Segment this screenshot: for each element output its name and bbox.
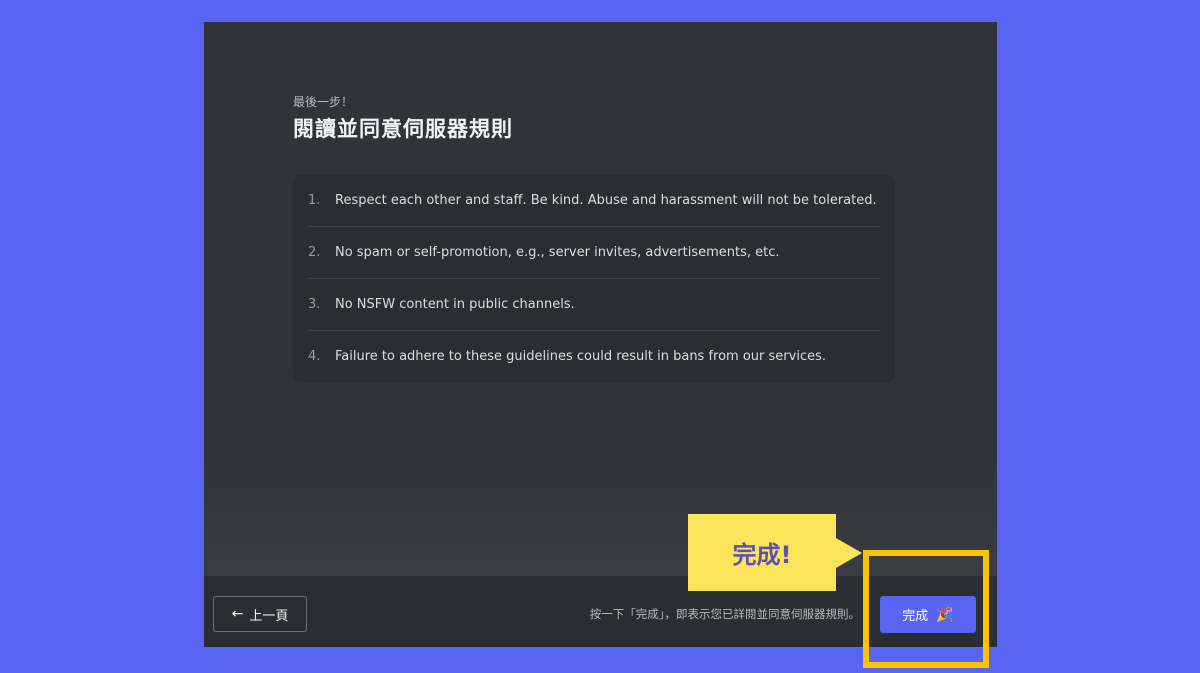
rule-number: 1.: [308, 193, 321, 208]
back-button[interactable]: ← 上一頁: [213, 596, 307, 632]
finish-callout: 完成!: [688, 514, 836, 591]
rule-number: 4.: [308, 349, 321, 364]
rule-item: 3. No NSFW content in public channels.: [308, 279, 880, 331]
rule-item: 2. No spam or self-promotion, e.g., serv…: [308, 227, 880, 279]
callout-arrow-icon: [836, 538, 862, 568]
rule-item: 4. Failure to adhere to these guidelines…: [308, 331, 880, 382]
rule-text: No spam or self-promotion, e.g., server …: [335, 245, 780, 260]
rule-text: No NSFW content in public channels.: [335, 297, 575, 312]
modal-content: 最後一步！ 閱讀並同意伺服器規則 1. Respect each other a…: [293, 94, 895, 382]
rule-number: 2.: [308, 245, 321, 260]
rule-number: 3.: [308, 297, 321, 312]
back-button-label: 上一頁: [249, 608, 289, 624]
rules-list: 1. Respect each other and staff. Be kind…: [293, 175, 895, 382]
step-label: 最後一步！: [293, 95, 354, 109]
finish-highlight-frame: [863, 550, 989, 668]
page-title: 閱讀並同意伺服器規則: [293, 117, 513, 141]
arrow-left-icon: ←: [231, 606, 244, 622]
rule-text: Failure to adhere to these guidelines co…: [335, 349, 826, 364]
agreement-hint: 按一下「完成」，即表示您已詳閱並同意伺服器規則。: [589, 607, 860, 621]
rule-text: Respect each other and staff. Be kind. A…: [335, 193, 877, 208]
rule-item: 1. Respect each other and staff. Be kind…: [308, 175, 880, 227]
